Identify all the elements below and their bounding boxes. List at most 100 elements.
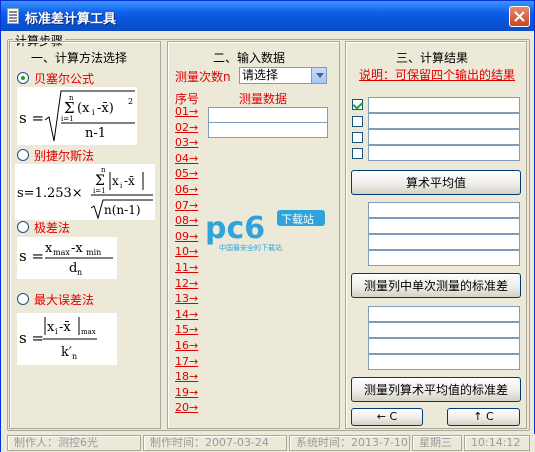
watermark-tagline: 中国最安全的下载站: [219, 243, 282, 252]
svg-text:i=1: i=1: [93, 187, 106, 195]
pc6-watermark-logo: pc6 下载站 中国最安全的下载站: [205, 210, 325, 252]
single-std-output-3[interactable]: [368, 338, 520, 354]
data-header: 测量数据: [239, 92, 288, 106]
seq-row-label: 20→: [175, 401, 199, 415]
back-c-button[interactable]: ← C: [351, 408, 423, 426]
mean-button[interactable]: 算术平均值: [351, 170, 521, 195]
formula-bessel: s = n Σ i=1 (x i -x̄) 2 n-1: [17, 87, 137, 145]
single-std-output-1[interactable]: [368, 306, 520, 322]
mean-output-1[interactable]: [368, 202, 520, 218]
seq-row-label: 10→: [175, 245, 199, 259]
svg-text:n-1: n-1: [85, 126, 106, 141]
status-clock: 10:14:12: [464, 435, 530, 451]
status-weekday: 星期三: [412, 435, 462, 451]
svg-text:-x̄: -x̄: [59, 320, 71, 335]
seq-row-label: 13→: [175, 292, 199, 306]
svg-text:max: max: [81, 328, 96, 336]
up-c-button[interactable]: ↑ C: [447, 408, 520, 426]
result-checkbox-4[interactable]: [352, 148, 363, 159]
svg-text:s=1.253×: s=1.253×: [17, 186, 83, 201]
single-std-output-2[interactable]: [368, 322, 520, 338]
result-output-4[interactable]: [368, 145, 520, 161]
count-select-value: 请选择: [242, 68, 279, 82]
svg-text:min: min: [86, 248, 101, 257]
method-label-range: 极差法: [34, 221, 71, 235]
seq-row-label: 19→: [175, 385, 199, 399]
status-author: 制作人：测控6光: [7, 435, 141, 451]
svg-text:i=1: i=1: [61, 115, 74, 123]
result-note: 说明：可保留四个输出的结果: [359, 68, 516, 82]
title-bar[interactable]: 标准差计算工具: [1, 1, 534, 31]
chevron-down-icon[interactable]: [311, 68, 326, 83]
seq-row-label: 07→: [175, 198, 199, 212]
method-radio-bezier[interactable]: [17, 149, 29, 161]
seq-row-label: 14→: [175, 307, 199, 321]
count-label: 测量次数n: [175, 70, 231, 84]
svg-text:n: n: [72, 352, 77, 361]
svg-text:n(n-1): n(n-1): [104, 203, 141, 217]
main-window: 标准差计算工具 计算步骤 一、计算方法选择 贝塞尔公式 s = n Σ i=1 …: [0, 0, 535, 452]
method-label-bezier: 别捷尔斯法: [34, 149, 95, 163]
svg-text:s =: s =: [19, 329, 44, 347]
app-icon: [7, 8, 19, 24]
svg-text:-x̄): -x̄): [97, 101, 114, 116]
single-std-output-4[interactable]: [368, 354, 520, 370]
svg-text:x: x: [112, 174, 119, 188]
seq-row-label: 17→: [175, 354, 199, 368]
seq-row-label: 06→: [175, 183, 199, 196]
input-heading: 二、输入数据: [213, 51, 286, 65]
result-checkbox-3[interactable]: [352, 132, 363, 143]
single-std-button[interactable]: 测量列中单次测量的标准差: [351, 273, 521, 298]
method-heading: 一、计算方法选择: [31, 51, 128, 65]
method-label-maxerror: 最大误差法: [34, 293, 95, 307]
result-checkbox-2[interactable]: [352, 116, 363, 127]
svg-text:2: 2: [128, 97, 133, 106]
svg-text:-x: -x: [71, 241, 83, 256]
method-radio-bessel[interactable]: [17, 72, 29, 84]
seq-row-label: 01→: [175, 105, 199, 118]
mean-output-3[interactable]: [368, 234, 520, 250]
result-output-1[interactable]: [368, 97, 520, 113]
mean-output-2[interactable]: [368, 218, 520, 234]
formula-maxerror: s = x i -x̄ max k′ n: [17, 313, 117, 365]
method-label-bessel: 贝塞尔公式: [34, 72, 95, 86]
seq-row-label: 12→: [175, 276, 199, 290]
seq-row-label: 08→: [175, 214, 199, 228]
svg-text:x: x: [45, 241, 53, 256]
method-radio-maxerror[interactable]: [17, 293, 29, 305]
window-title: 标准差计算工具: [25, 12, 117, 27]
seq-row-label: 09→: [175, 229, 199, 243]
seq-row-label: 11→: [175, 261, 199, 274]
formula-bezier: s=1.253× n Σ i=1 x i -x̄ n(n-1): [15, 164, 155, 220]
result-output-2[interactable]: [368, 113, 520, 129]
watermark-brand: pc6: [205, 211, 265, 246]
mean-output-4[interactable]: [368, 250, 520, 266]
seq-row-label: 03→: [175, 136, 199, 150]
result-output-3[interactable]: [368, 129, 520, 145]
svg-text:i: i: [120, 182, 123, 190]
seq-row-label: 04→: [175, 151, 199, 165]
formula-range: s = x max -x min d n: [17, 237, 117, 279]
data-input-01[interactable]: [208, 107, 328, 123]
mean-std-button[interactable]: 测量列算术平均值的标准差: [351, 377, 521, 402]
seq-row-label: 02→: [175, 120, 199, 134]
svg-text:x: x: [47, 320, 55, 335]
count-select[interactable]: 请选择: [239, 67, 327, 84]
svg-text:s =: s =: [19, 247, 44, 265]
close-button[interactable]: [509, 6, 530, 27]
svg-text:-x̄: -x̄: [124, 174, 135, 188]
data-input-02[interactable]: [208, 122, 328, 138]
svg-text:i: i: [55, 327, 58, 336]
status-bar: 制作人：测控6光 制作时间：2007-03-24 系统时间：2013-7-10 …: [1, 434, 535, 452]
seq-row-label: 16→: [175, 339, 199, 352]
svg-text:max: max: [53, 248, 70, 257]
status-systime: 系统时间：2013-7-10: [289, 435, 410, 451]
result-heading: 三、计算结果: [396, 51, 469, 65]
seq-row-label: 05→: [175, 167, 199, 181]
method-radio-range[interactable]: [17, 221, 29, 233]
result-checkbox-1[interactable]: [352, 99, 363, 110]
svg-text:k′: k′: [61, 345, 72, 360]
svg-text:n: n: [77, 268, 82, 277]
close-icon: [514, 11, 525, 22]
svg-text:(x: (x: [77, 101, 90, 116]
